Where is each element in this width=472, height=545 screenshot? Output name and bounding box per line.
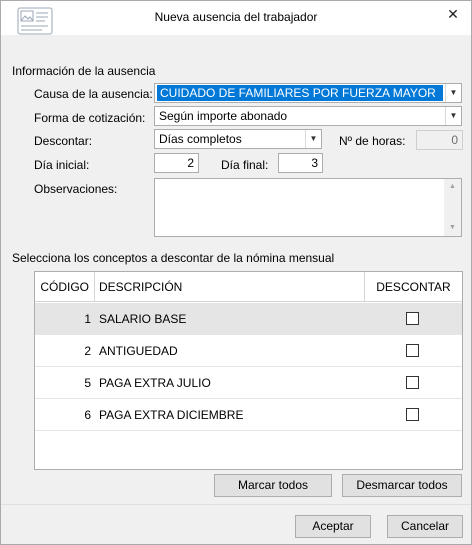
observaciones-textarea[interactable]: ▲ ▼: [154, 178, 462, 237]
codigo-cell: 6: [84, 408, 91, 422]
forma-value: Según importe abonado: [159, 109, 288, 123]
descontar-checkbox[interactable]: [406, 312, 419, 325]
table-row[interactable]: 2 ANTIGUEDAD: [35, 335, 462, 367]
causa-value: CUIDADO DE FAMILIARES POR FUERZA MAYOR: [157, 85, 443, 101]
title-bar: Nueva ausencia del trabajador ✕: [1, 1, 471, 35]
table-row[interactable]: 1 SALARIO BASE: [35, 303, 462, 335]
column-header-descontar[interactable]: DESCONTAR: [365, 272, 462, 302]
scroll-up-icon[interactable]: ▲: [444, 179, 461, 195]
close-icon[interactable]: ✕: [445, 6, 461, 22]
dialog-window: Nueva ausencia del trabajador ✕ Informac…: [0, 0, 472, 545]
descripcion-cell: SALARIO BASE: [99, 312, 187, 326]
observaciones-label: Observaciones:: [34, 182, 118, 196]
descripcion-cell: PAGA EXTRA JULIO: [99, 376, 211, 390]
conceptos-table: CÓDIGO DESCRIPCIÓN DESCONTAR 1 SALARIO B…: [34, 271, 463, 470]
dia-final-label: Día final:: [221, 158, 269, 172]
dia-inicial-label: Día inicial:: [34, 158, 90, 172]
table-header: CÓDIGO DESCRIPCIÓN DESCONTAR: [35, 272, 462, 302]
aceptar-button[interactable]: Aceptar: [295, 515, 371, 538]
observaciones-scrollbar[interactable]: ▲ ▼: [444, 179, 461, 236]
marcar-todos-button[interactable]: Marcar todos: [214, 474, 332, 497]
descripcion-cell: PAGA EXTRA DICIEMBRE: [99, 408, 244, 422]
descripcion-cell: ANTIGUEDAD: [99, 344, 178, 358]
codigo-cell: 1: [84, 312, 91, 326]
column-header-codigo[interactable]: CÓDIGO: [35, 272, 95, 302]
divider: [1, 504, 471, 505]
causa-dropdown[interactable]: CUIDADO DE FAMILIARES POR FUERZA MAYOR ▼: [154, 83, 462, 103]
descontar-checkbox[interactable]: [406, 408, 419, 421]
column-header-descripcion[interactable]: DESCRIPCIÓN: [95, 272, 365, 302]
descontar-dropdown[interactable]: Días completos ▼: [154, 129, 322, 149]
causa-label: Causa de la ausencia:: [34, 87, 153, 101]
chevron-down-icon[interactable]: ▼: [305, 130, 321, 148]
window-title: Nueva ausencia del trabajador: [154, 10, 318, 24]
descontar-checkbox[interactable]: [406, 376, 419, 389]
scroll-down-icon[interactable]: ▼: [444, 220, 461, 236]
forma-label: Forma de cotización:: [34, 111, 146, 125]
cancelar-button[interactable]: Cancelar: [387, 515, 463, 538]
descontar-checkbox[interactable]: [406, 344, 419, 357]
section-info-heading: Información de la ausencia: [12, 64, 156, 78]
chevron-down-icon[interactable]: ▼: [445, 84, 461, 102]
table-row[interactable]: 5 PAGA EXTRA JULIO: [35, 367, 462, 399]
table-row[interactable]: 6 PAGA EXTRA DICIEMBRE: [35, 399, 462, 431]
desmarcar-todos-button[interactable]: Desmarcar todos: [342, 474, 462, 497]
chevron-down-icon[interactable]: ▼: [445, 107, 461, 125]
forma-dropdown[interactable]: Según importe abonado ▼: [154, 106, 462, 126]
section-conceptos-heading: Selecciona los conceptos a descontar de …: [12, 251, 335, 265]
descontar-value: Días completos: [159, 132, 242, 146]
dia-inicial-field[interactable]: 2: [154, 153, 199, 173]
dia-final-field[interactable]: 3: [278, 153, 323, 173]
horas-label: Nº de horas:: [339, 134, 406, 148]
codigo-cell: 2: [84, 344, 91, 358]
horas-field: 0: [416, 130, 463, 150]
codigo-cell: 5: [84, 376, 91, 390]
descontar-label: Descontar:: [34, 134, 93, 148]
